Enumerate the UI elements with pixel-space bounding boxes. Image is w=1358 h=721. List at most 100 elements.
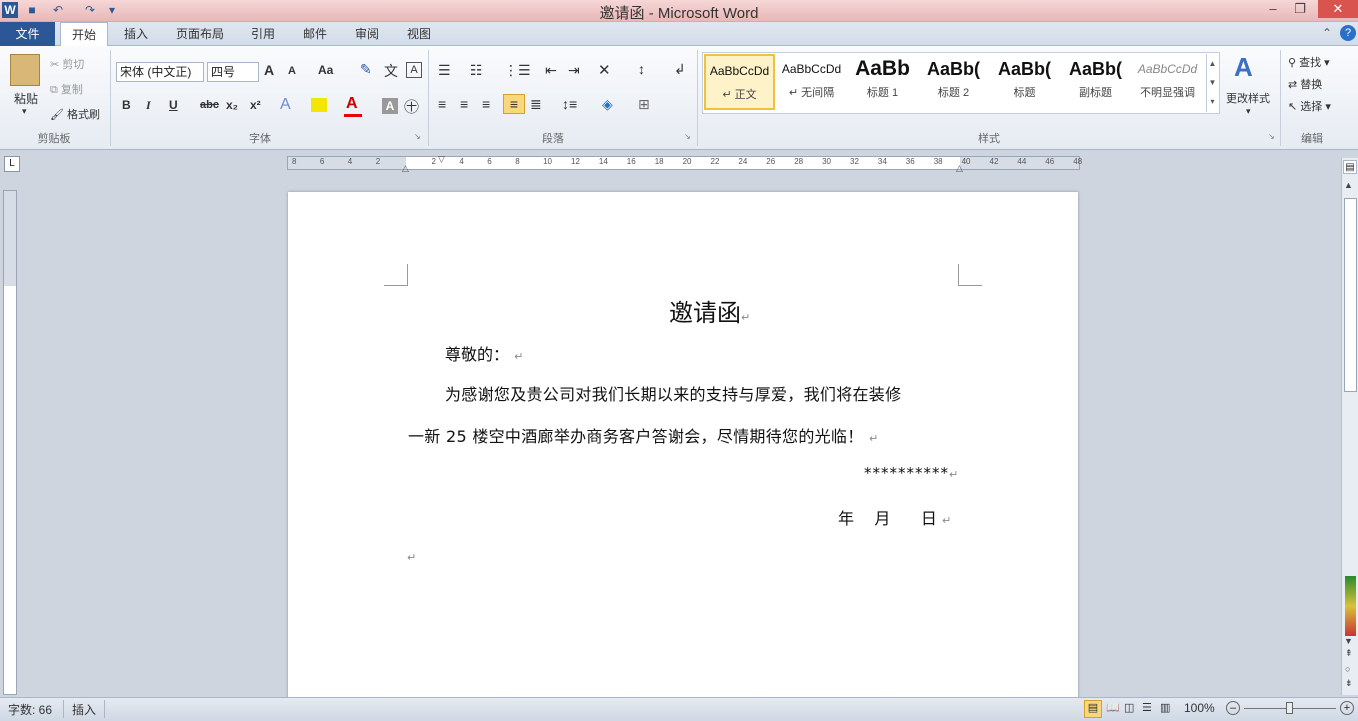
tab-references[interactable]: 引用 (243, 22, 283, 46)
signature[interactable]: **********↵ (864, 464, 959, 482)
style-normal[interactable]: AaBbCcDd ↵ 正文 (704, 54, 775, 110)
tab-view[interactable]: 视图 (399, 22, 439, 46)
style-subtitle[interactable]: AaBb( 副标题 (1060, 54, 1131, 110)
bold-button[interactable]: B (122, 98, 131, 112)
document-page[interactable]: 邀请函↵ 尊敬的： ↵ 为感谢您及贵公司对我们长期以来的支持与厚爱，我们将在装修… (288, 192, 1078, 702)
strikethrough-button[interactable]: abc (200, 99, 219, 111)
styles-dialog-launcher-icon[interactable]: ↘ (1268, 132, 1275, 141)
change-styles-button[interactable]: 更改样式 (1226, 90, 1270, 106)
style-heading-2[interactable]: AaBb( 标题 2 (918, 54, 989, 110)
next-page-icon[interactable]: ⇟ (1345, 678, 1353, 689)
font-name-combo[interactable]: 宋体 (中文正) (116, 62, 204, 82)
chinese-layout-icon[interactable]: ✕ (598, 61, 611, 79)
font-dialog-launcher-icon[interactable]: ↘ (414, 132, 421, 141)
superscript-button[interactable]: x² (250, 98, 261, 112)
style-title[interactable]: AaBb( 标题 (989, 54, 1060, 110)
font-color-button[interactable]: A (346, 95, 358, 113)
bullets-icon[interactable]: ☰ (438, 62, 451, 79)
ruler-toggle-icon[interactable]: ▤ (1343, 160, 1357, 174)
salutation[interactable]: 尊敬的： ↵ (445, 341, 523, 365)
tab-mailings[interactable]: 邮件 (295, 22, 335, 46)
replace-button[interactable]: ⇄ 替换 (1288, 76, 1322, 92)
collapse-ribbon-icon[interactable]: ⌃ (1322, 26, 1332, 40)
shrink-font-button[interactable]: A (288, 65, 296, 77)
maximize-button[interactable]: ❐ (1285, 0, 1315, 18)
tab-selector-icon[interactable]: L (4, 156, 20, 172)
previous-page-icon[interactable]: ⇞ (1345, 648, 1353, 659)
distributed-icon[interactable]: ≣ (530, 96, 542, 113)
close-button[interactable]: ✕ (1318, 0, 1358, 18)
web-layout-icon[interactable]: ◫ (1124, 701, 1134, 714)
styles-scroll-icon[interactable]: ▲ ▼ ▾ (1206, 54, 1218, 112)
select-browse-object-icon[interactable]: ○ (1345, 664, 1350, 674)
horizontal-ruler[interactable]: 8 6 4 2 2 4 6 8 10 12 14 16 18 20 22 24 26 28 30 32 34 36 38 40… (287, 154, 1082, 173)
increase-indent-icon[interactable]: ⇥ (568, 62, 580, 79)
decrease-indent-icon[interactable]: ⇤ (545, 62, 557, 79)
body-line-2[interactable]: 一新 25 楼空中酒廊举办商务客户答谢会，尽情期待您的光临！ ↵ (408, 423, 878, 447)
sort-icon[interactable]: ↕ (638, 61, 645, 77)
draft-icon[interactable]: ▥ (1160, 701, 1170, 714)
line-spacing-icon[interactable]: ↕≡ (562, 96, 577, 112)
body-line-1[interactable]: 为感谢您及贵公司对我们长期以来的支持与厚爱，我们将在装修 (445, 381, 901, 405)
char-shading-icon[interactable]: A (382, 98, 398, 114)
shading-icon[interactable]: ◈ (602, 96, 613, 113)
right-indent-marker-icon[interactable]: △ (956, 163, 963, 174)
text-effects-icon[interactable]: A (280, 96, 291, 114)
paste-button[interactable]: 粘贴 (8, 90, 44, 107)
grow-font-button[interactable]: A (264, 62, 274, 78)
zoom-out-icon[interactable]: – (1226, 701, 1240, 715)
tab-file[interactable]: 文件 (0, 22, 55, 46)
multilevel-list-icon[interactable]: ⋮☰ (504, 62, 531, 79)
select-button[interactable]: ↖ 选择 ▾ (1288, 98, 1331, 114)
font-size-combo[interactable]: 四号 (207, 62, 259, 82)
tab-home[interactable]: 开始 (60, 22, 108, 47)
date-line[interactable]: 年 月 日 ↵ (838, 505, 951, 529)
zoom-slider-thumb[interactable] (1286, 702, 1293, 714)
show-marks-icon[interactable]: ↲ (674, 61, 686, 78)
first-line-indent-icon[interactable]: ▽ (438, 154, 445, 165)
paragraph-mark[interactable]: ↵ (407, 551, 416, 564)
help-icon[interactable]: ? (1340, 25, 1356, 41)
copy-button[interactable]: ⧉ 复制 (50, 81, 83, 97)
char-border-button[interactable]: A (406, 62, 422, 78)
left-indent-marker-icon[interactable]: △ (402, 163, 409, 174)
scroll-up-icon[interactable]: ▲ (1344, 180, 1353, 190)
find-button[interactable]: ⚲ 查找 ▾ (1288, 54, 1330, 70)
word-count[interactable]: 字数: 66 (8, 701, 52, 718)
tab-review[interactable]: 审阅 (347, 22, 387, 46)
enclose-chars-icon[interactable]: ㊉ (404, 96, 419, 117)
align-center-icon[interactable]: ≡ (460, 96, 468, 112)
minimize-button[interactable]: – (1258, 0, 1288, 18)
style-subtle-emphasis[interactable]: AaBbCcDd 不明显强调 (1132, 54, 1203, 110)
paste-icon[interactable] (10, 54, 40, 86)
scroll-thumb[interactable] (1344, 198, 1357, 392)
clear-format-icon[interactable]: ✎ (360, 61, 372, 78)
style-no-spacing[interactable]: AaBbCcDd ↵ 无间隔 (776, 54, 847, 110)
outline-icon[interactable]: ☰ (1142, 701, 1152, 714)
justify-icon[interactable]: ≡ (503, 94, 525, 114)
change-case-button[interactable]: Aa (318, 63, 333, 77)
format-painter-button[interactable]: 🖌 格式刷 (50, 106, 100, 122)
vertical-scrollbar[interactable]: ▤ ▲ ▼ ⇞ ○ ⇟ (1341, 158, 1358, 695)
italic-button[interactable]: I (146, 98, 151, 113)
paragraph-dialog-launcher-icon[interactable]: ↘ (684, 132, 691, 141)
full-screen-reading-icon[interactable]: 📖 (1106, 701, 1120, 714)
underline-button[interactable]: U (169, 98, 178, 112)
highlight-icon[interactable] (311, 98, 327, 112)
numbering-icon[interactable]: ☷ (470, 62, 483, 79)
align-left-icon[interactable]: ≡ (438, 96, 446, 112)
document-title[interactable]: 邀请函↵ (669, 293, 750, 328)
borders-icon[interactable]: ⊞ (638, 96, 650, 113)
vertical-ruler[interactable] (3, 190, 17, 695)
paste-dropdown-icon[interactable]: ▾ (22, 106, 27, 117)
subscript-button[interactable]: x₂ (226, 98, 238, 112)
change-styles-icon[interactable]: A (1234, 52, 1253, 83)
align-right-icon[interactable]: ≡ (482, 96, 490, 112)
tab-insert[interactable]: 插入 (116, 22, 156, 46)
phonetic-guide-icon[interactable]: 文 (384, 61, 398, 81)
zoom-level[interactable]: 100% (1184, 701, 1215, 715)
print-layout-icon[interactable]: ▤ (1084, 700, 1102, 718)
insert-mode[interactable]: 插入 (72, 701, 96, 718)
cut-button[interactable]: ✂ 剪切 (50, 56, 84, 72)
zoom-in-icon[interactable]: + (1340, 701, 1354, 715)
